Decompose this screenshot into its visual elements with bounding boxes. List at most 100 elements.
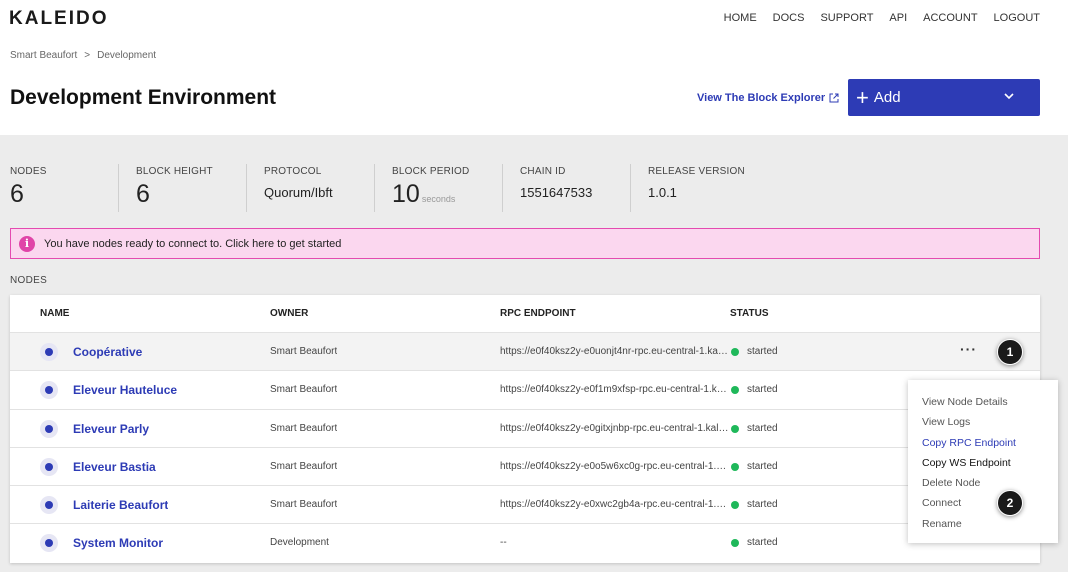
node-rpc-endpoint: https://e0f40ksz2y-e0o5w6xc0g-rpc.eu-cen… [500, 460, 730, 472]
node-status: started [747, 537, 778, 549]
node-owner: Smart Beaufort [270, 460, 338, 472]
node-rpc-endpoint: https://e0f40ksz2y-e0f1m9xfsp-rpc.eu-cen… [500, 384, 730, 396]
menu-connect[interactable]: Connect [908, 493, 1058, 513]
menu-delete-node[interactable]: Delete Node [908, 473, 1058, 493]
environment-stats: NODES 6 BLOCK HEIGHT 6 PROTOCOL Quorum/I… [0, 160, 770, 212]
external-link-icon [829, 93, 839, 103]
column-rpc-endpoint[interactable]: RPC ENDPOINT [500, 308, 576, 319]
column-owner[interactable]: OWNER [270, 308, 308, 319]
add-button-label: Add [873, 89, 901, 106]
status-dot-icon [731, 462, 739, 471]
table-row[interactable]: System Monitor Development -- started [10, 524, 1040, 562]
table-row[interactable]: Eleveur Parly Smart Beaufort https://e0f… [10, 410, 1040, 448]
node-icon [40, 343, 58, 361]
stat-label: CHAIN ID [520, 166, 566, 177]
top-nav: HOME DOCS SUPPORT API ACCOUNT LOGOUT [724, 12, 1040, 24]
page-title: Development Environment [10, 86, 277, 109]
node-name[interactable]: Laiterie Beaufort [73, 498, 168, 512]
nav-logout[interactable]: LOGOUT [994, 12, 1040, 24]
breadcrumb-org[interactable]: Smart Beaufort [10, 50, 77, 61]
add-button[interactable]: + Add [848, 79, 1040, 116]
node-owner: Development [270, 537, 329, 549]
stat-label: RELEASE VERSION [648, 166, 745, 177]
node-rpc-endpoint: https://e0f40ksz2y-e0xwc2gb4a-rpc.eu-cen… [500, 499, 730, 511]
block-explorer-link[interactable]: View The Block Explorer [697, 92, 839, 104]
stat-protocol: PROTOCOL Quorum/Ibft [246, 160, 374, 212]
breadcrumb-environment[interactable]: Development [97, 50, 156, 61]
nav-docs[interactable]: DOCS [773, 12, 805, 24]
divider [246, 164, 247, 212]
stat-block-period: BLOCK PERIOD 10 seconds [374, 160, 502, 212]
node-status: started [747, 384, 778, 396]
node-icon [40, 457, 58, 476]
stat-value: 1.0.1 [648, 185, 677, 200]
chevron-down-icon [1004, 93, 1014, 100]
node-name[interactable]: Eleveur Parly [73, 422, 149, 436]
node-status: started [747, 460, 778, 472]
node-icon [40, 496, 58, 515]
alert-text: You have nodes ready to connect to. Clic… [44, 237, 342, 250]
node-icon [40, 419, 58, 438]
stat-value: 1551647533 [520, 185, 593, 200]
column-name[interactable]: NAME [40, 308, 69, 319]
kaleido-logo[interactable]: KALEIDO [9, 8, 109, 30]
node-status: started [747, 346, 778, 357]
node-status: started [747, 499, 778, 511]
table-row[interactable]: Laiterie Beaufort Smart Beaufort https:/… [10, 486, 1040, 525]
block-explorer-label: View The Block Explorer [697, 92, 826, 104]
stat-release-version: RELEASE VERSION 1.0.1 [630, 160, 770, 212]
menu-copy-ws-endpoint[interactable]: Copy WS Endpoint [908, 453, 1058, 473]
stat-value: Quorum/Ibft [264, 185, 333, 200]
divider [502, 164, 503, 212]
nav-api[interactable]: API [889, 12, 907, 24]
stat-number: 10 [392, 180, 420, 208]
stat-value: 6 [10, 180, 24, 208]
stat-label: BLOCK HEIGHT [136, 166, 213, 177]
divider [630, 164, 631, 212]
node-rpc-endpoint: https://e0f40ksz2y-e0gitxjnbp-rpc.eu-cen… [500, 422, 730, 434]
step-callout-2: 2 [997, 490, 1023, 516]
divider [374, 164, 375, 212]
node-icon [40, 381, 58, 400]
node-name[interactable]: Eleveur Hauteluce [73, 383, 177, 397]
menu-copy-rpc-endpoint[interactable]: Copy RPC Endpoint [908, 433, 1058, 453]
nav-home[interactable]: HOME [724, 12, 757, 24]
status-dot-icon [731, 424, 739, 433]
node-icon [40, 534, 58, 553]
node-context-menu: View Node Details View Logs Copy RPC End… [908, 380, 1058, 543]
nodes-ready-alert[interactable]: i You have nodes ready to connect to. Cl… [10, 228, 1040, 259]
column-status[interactable]: STATUS [730, 308, 769, 319]
divider [118, 164, 119, 212]
step-callout-1: 1 [997, 339, 1023, 365]
table-header: NAME OWNER RPC ENDPOINT STATUS [10, 295, 1040, 333]
nav-support[interactable]: SUPPORT [820, 12, 873, 24]
more-options-icon[interactable]: ··· [960, 341, 977, 357]
status-dot-icon [731, 348, 739, 356]
table-row[interactable]: Eleveur Hauteluce Smart Beaufort https:/… [10, 371, 1040, 410]
node-name[interactable]: System Monitor [73, 536, 163, 550]
node-owner: Smart Beaufort [270, 499, 338, 511]
stat-nodes: NODES 6 [0, 160, 118, 212]
node-status: started [747, 422, 778, 434]
node-name[interactable]: Eleveur Bastia [73, 460, 156, 474]
stat-value: 6 [136, 180, 150, 208]
node-rpc-endpoint: -- [500, 537, 507, 549]
nodes-table: NAME OWNER RPC ENDPOINT STATUS Coopérati… [10, 295, 1040, 563]
stat-unit: seconds [421, 194, 456, 204]
plus-icon: + [856, 84, 869, 110]
nav-account[interactable]: ACCOUNT [923, 12, 977, 24]
status-dot-icon [731, 386, 739, 395]
menu-view-node-details[interactable]: View Node Details [908, 392, 1058, 412]
breadcrumb: Smart Beaufort > Development [10, 50, 156, 61]
node-rpc-endpoint: https://e0f40ksz2y-e0uonjt4nr-rpc.eu-cen… [500, 346, 730, 357]
breadcrumb-separator: > [84, 50, 91, 61]
menu-view-logs[interactable]: View Logs [908, 412, 1058, 432]
stat-value: 10 seconds [392, 180, 502, 209]
stat-label: NODES [10, 166, 47, 177]
table-row[interactable]: Eleveur Bastia Smart Beaufort https://e0… [10, 448, 1040, 487]
node-name[interactable]: Coopérative [73, 345, 142, 359]
menu-rename[interactable]: Rename [908, 514, 1058, 534]
table-row[interactable]: Coopérative Smart Beaufort https://e0f40… [10, 333, 1040, 372]
status-dot-icon [731, 539, 739, 548]
node-owner: Smart Beaufort [270, 346, 338, 357]
